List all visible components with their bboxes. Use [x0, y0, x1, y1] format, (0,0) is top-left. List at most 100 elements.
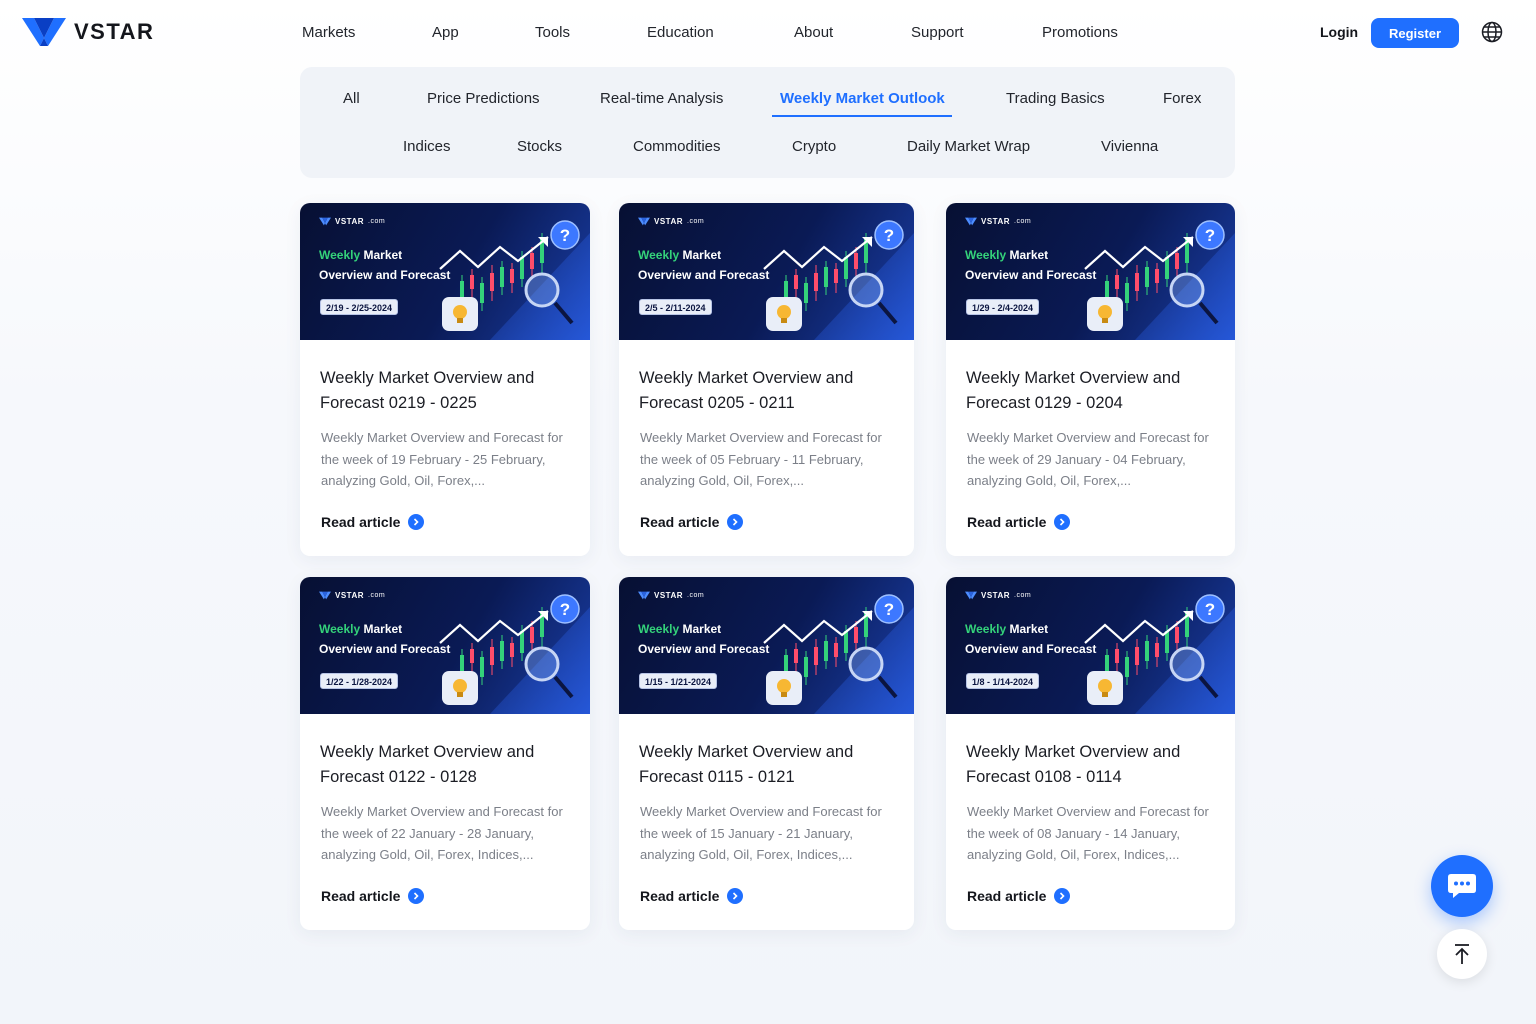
- read-article-label: Read article: [321, 514, 401, 530]
- article-thumbnail[interactable]: VSTAR .com Weekly Market Overview and For…: [300, 203, 590, 340]
- lightbulb-icon: [453, 679, 467, 693]
- vstar-logo-icon: [638, 217, 650, 226]
- read-article-label: Read article: [967, 514, 1047, 530]
- tab-commodities[interactable]: Commodities: [633, 138, 721, 155]
- svg-text:?: ?: [560, 600, 570, 619]
- magnifier-icon: [1169, 272, 1205, 308]
- banner-weekly: Weekly: [965, 248, 1007, 262]
- tab-crypto[interactable]: Crypto: [792, 138, 836, 155]
- tab-trading-basics[interactable]: Trading Basics: [1006, 90, 1105, 107]
- banner-brand: VSTAR .com: [319, 591, 385, 600]
- read-article-label: Read article: [640, 514, 720, 530]
- nav-promotions[interactable]: Promotions: [1042, 24, 1118, 41]
- magnifier-icon: [848, 646, 884, 682]
- banner-brand-suffix: .com: [368, 218, 386, 225]
- banner-weekly: Weekly: [638, 248, 680, 262]
- tab-indices[interactable]: Indices: [403, 138, 451, 155]
- read-article-link[interactable]: Read article: [321, 888, 425, 904]
- article-title[interactable]: Weekly Market Overview and Forecast 0129…: [966, 366, 1221, 416]
- banner-brand-name: VSTAR: [981, 217, 1011, 226]
- globe-icon[interactable]: [1481, 21, 1503, 43]
- banner-brand-name: VSTAR: [981, 591, 1011, 600]
- banner-headline-2: Overview and Forecast: [638, 268, 770, 282]
- article-card-6[interactable]: VSTAR .com Weekly Market Overview and For…: [946, 577, 1235, 930]
- nav-markets[interactable]: Markets: [302, 24, 355, 41]
- article-card-5[interactable]: VSTAR .com Weekly Market Overview and For…: [619, 577, 914, 930]
- banner-brand-suffix: .com: [1014, 218, 1032, 225]
- tab-forex[interactable]: Forex: [1163, 90, 1201, 107]
- banner-brand-name: VSTAR: [335, 591, 365, 600]
- banner-brand: VSTAR .com: [638, 591, 704, 600]
- svg-text:?: ?: [884, 226, 894, 245]
- nav-app[interactable]: App: [432, 24, 459, 41]
- article-title[interactable]: Weekly Market Overview and Forecast 0115…: [639, 740, 894, 790]
- svg-text:?: ?: [884, 600, 894, 619]
- banner-weekly: Weekly: [319, 622, 361, 636]
- chevron-right-circle-icon: [408, 514, 425, 530]
- tab-daily-market-wrap[interactable]: Daily Market Wrap: [907, 138, 1030, 155]
- nav-support[interactable]: Support: [911, 24, 964, 41]
- article-title[interactable]: Weekly Market Overview and Forecast 0122…: [320, 740, 575, 790]
- article-card-1[interactable]: VSTAR .com Weekly Market Overview and For…: [300, 203, 590, 556]
- vstar-logo-icon: [319, 217, 331, 226]
- article-thumbnail[interactable]: VSTAR .com Weekly Market Overview and For…: [946, 577, 1235, 714]
- banner-market: Market: [1006, 248, 1049, 262]
- chevron-right-circle-icon: [408, 888, 425, 904]
- register-button[interactable]: Register: [1371, 18, 1459, 48]
- article-thumbnail[interactable]: VSTAR .com Weekly Market Overview and For…: [619, 577, 914, 714]
- tab-price-predictions[interactable]: Price Predictions: [427, 90, 540, 107]
- lightbulb-icon: [1098, 679, 1112, 693]
- banner-market: Market: [679, 248, 722, 262]
- article-card-3[interactable]: VSTAR .com Weekly Market Overview and For…: [946, 203, 1235, 556]
- banner-date-badge: 1/22 - 1/28-2024: [320, 673, 399, 689]
- banner-brand-name: VSTAR: [654, 217, 684, 226]
- banner-market: Market: [360, 248, 403, 262]
- tab-real-time-analysis[interactable]: Real-time Analysis: [600, 90, 723, 107]
- read-article-link[interactable]: Read article: [967, 888, 1071, 904]
- back-to-top-button[interactable]: [1437, 929, 1487, 979]
- banner-headline-2: Overview and Forecast: [638, 642, 770, 656]
- article-title[interactable]: Weekly Market Overview and Forecast 0108…: [966, 740, 1221, 790]
- banner-date-badge: 2/19 - 2/25-2024: [320, 299, 399, 315]
- banner-brand-name: VSTAR: [335, 217, 365, 226]
- banner-brand: VSTAR .com: [319, 217, 385, 226]
- article-excerpt: Weekly Market Overview and Forecast for …: [967, 804, 1209, 862]
- article-card-2[interactable]: VSTAR .com Weekly Market Overview and For…: [619, 203, 914, 556]
- svg-text:?: ?: [1205, 226, 1215, 245]
- login-link[interactable]: Login: [1320, 24, 1358, 40]
- main-nav: Markets App Tools Education About Suppor…: [0, 24, 1536, 44]
- chart-magnifier-illustration: ?: [439, 594, 590, 714]
- read-article-link[interactable]: Read article: [640, 514, 744, 530]
- lightbulb-icon: [777, 679, 791, 693]
- banner-weekly: Weekly: [319, 248, 361, 262]
- nav-tools[interactable]: Tools: [535, 24, 570, 41]
- article-thumbnail[interactable]: VSTAR .com Weekly Market Overview and For…: [619, 203, 914, 340]
- banner-weekly: Weekly: [638, 622, 680, 636]
- tab-vivienna[interactable]: Vivienna: [1101, 138, 1158, 155]
- article-title[interactable]: Weekly Market Overview and Forecast 0219…: [320, 366, 575, 416]
- chart-magnifier-illustration: ?: [763, 594, 914, 714]
- banner-market: Market: [1006, 622, 1049, 636]
- read-article-link[interactable]: Read article: [967, 514, 1071, 530]
- article-card-4[interactable]: VSTAR .com Weekly Market Overview and For…: [300, 577, 590, 930]
- tab-stocks[interactable]: Stocks: [517, 138, 562, 155]
- read-article-label: Read article: [321, 888, 401, 904]
- article-thumbnail[interactable]: VSTAR .com Weekly Market Overview and For…: [946, 203, 1235, 340]
- banner-market: Market: [679, 622, 722, 636]
- article-excerpt: Weekly Market Overview and Forecast for …: [640, 804, 882, 862]
- nav-about[interactable]: About: [794, 24, 833, 41]
- svg-text:?: ?: [1205, 600, 1215, 619]
- banner-brand-suffix: .com: [687, 592, 705, 599]
- article-excerpt: Weekly Market Overview and Forecast for …: [640, 430, 882, 488]
- tab-all[interactable]: All: [343, 90, 360, 107]
- tab-weekly-market-outlook[interactable]: Weekly Market Outlook: [780, 90, 945, 107]
- live-chat-button[interactable]: [1431, 855, 1493, 917]
- banner-brand: VSTAR .com: [638, 217, 704, 226]
- magnifier-icon: [848, 272, 884, 308]
- read-article-link[interactable]: Read article: [321, 514, 425, 530]
- article-thumbnail[interactable]: VSTAR .com Weekly Market Overview and For…: [300, 577, 590, 714]
- article-title[interactable]: Weekly Market Overview and Forecast 0205…: [639, 366, 894, 416]
- nav-education[interactable]: Education: [647, 24, 714, 41]
- active-tab-indicator: [772, 115, 952, 117]
- read-article-link[interactable]: Read article: [640, 888, 744, 904]
